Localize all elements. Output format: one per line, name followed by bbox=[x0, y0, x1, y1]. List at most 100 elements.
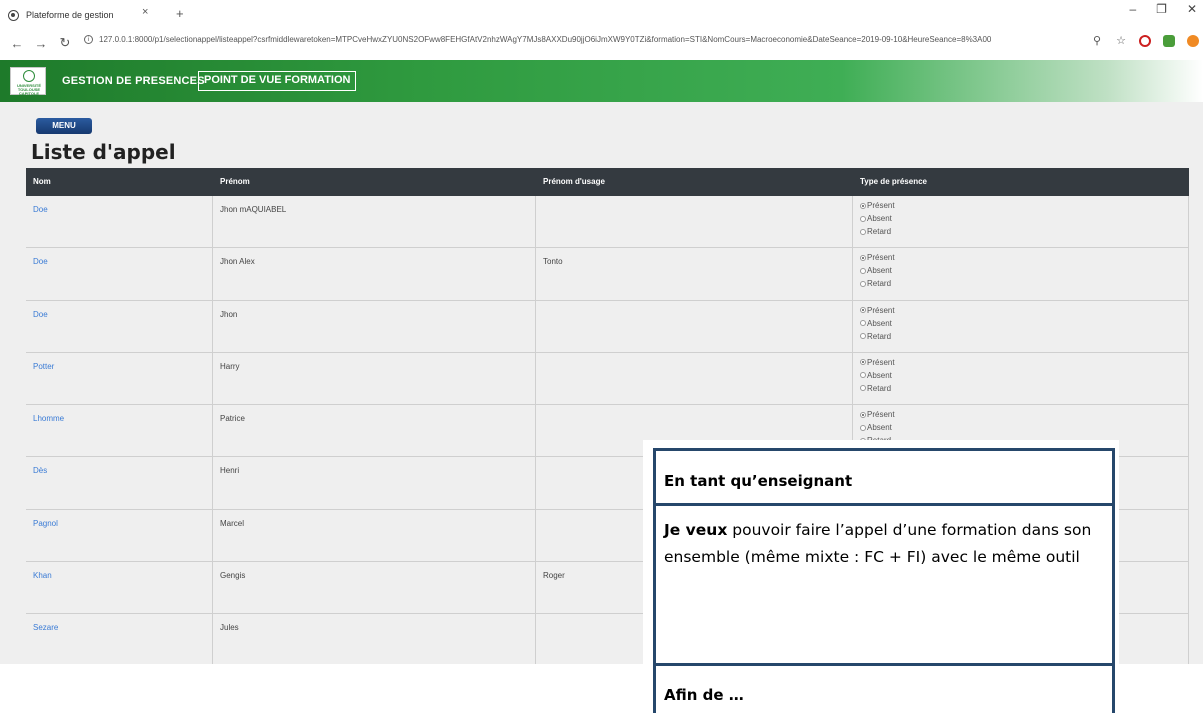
cell-prenom: Harry bbox=[213, 352, 536, 405]
presence-option-label: Absent bbox=[867, 423, 892, 433]
cell-prenom: Jhon bbox=[213, 300, 536, 352]
presence-option-label: Absent bbox=[867, 266, 892, 276]
cell-prenom-usage: Tonto bbox=[536, 248, 853, 300]
presence-option-label: Présent bbox=[867, 305, 895, 315]
radio-button[interactable] bbox=[860, 307, 866, 314]
presence-option[interactable]: Absent bbox=[860, 369, 1188, 382]
new-tab-icon[interactable]: + bbox=[176, 6, 184, 21]
forward-icon[interactable]: → bbox=[34, 36, 48, 51]
presence-option[interactable]: Retard bbox=[860, 277, 1188, 290]
user-story-want-section: Je veux pouvoir faire l’appel d’une form… bbox=[656, 506, 1112, 666]
cell-prenom: Marcel bbox=[213, 509, 536, 562]
cell-prenom: Jhon Alex bbox=[213, 248, 536, 300]
cell-nom-link[interactable]: Dès bbox=[26, 457, 213, 509]
presence-option-label: Retard bbox=[867, 279, 892, 289]
presence-option[interactable]: Absent bbox=[860, 212, 1188, 225]
radio-button[interactable] bbox=[860, 320, 866, 327]
presence-option[interactable]: Présent bbox=[860, 199, 1188, 212]
table-row: Doe Jhon Alex Tonto Présent Absent Retard bbox=[26, 248, 1189, 301]
app-title: GESTION DE PRESENCES bbox=[62, 75, 205, 87]
presence-option-label: Absent bbox=[867, 370, 892, 380]
reload-icon[interactable]: ↻ bbox=[58, 35, 72, 51]
extension-icon[interactable] bbox=[1163, 35, 1175, 47]
presence-option[interactable]: Présent bbox=[860, 408, 1188, 421]
presence-option[interactable]: Absent bbox=[860, 421, 1188, 434]
table-row: Doe Jhon Présent Absent Retard bbox=[26, 300, 1189, 353]
table-row: Doe Jhon mAQUIABEL Présent Absent Retard bbox=[26, 196, 1189, 249]
presence-option[interactable]: Présent bbox=[860, 356, 1188, 369]
star-icon[interactable]: ☆ bbox=[1115, 35, 1127, 47]
table-row: Potter Harry Présent Absent Retard bbox=[26, 352, 1189, 406]
presence-option-label: Présent bbox=[867, 201, 895, 210]
presence-option[interactable]: Absent bbox=[860, 317, 1188, 330]
logo-emblem-icon bbox=[23, 70, 35, 82]
window-controls: – ❐ ✕ bbox=[1129, 2, 1203, 16]
radio-button[interactable] bbox=[860, 280, 866, 287]
url-text: 127.0.0.1:8000/p1/selectionappel/listeap… bbox=[99, 35, 992, 44]
radio-button[interactable] bbox=[860, 333, 866, 340]
minimize-icon[interactable]: – bbox=[1129, 2, 1136, 16]
radio-button[interactable] bbox=[860, 254, 866, 261]
cell-nom-link[interactable]: Lhomme bbox=[26, 405, 213, 457]
close-window-icon[interactable]: ✕ bbox=[1187, 2, 1197, 16]
address-bar: ← → ↻ i 127.0.0.1:8000/p1/selectionappel/… bbox=[0, 26, 1203, 60]
user-story-goal: Afin de … bbox=[664, 686, 744, 704]
presence-option[interactable]: Retard bbox=[860, 382, 1188, 395]
browser-tab-bar: Plateforme de gestion × + – ❐ ✕ bbox=[0, 0, 1203, 26]
cell-nom-link[interactable]: Doe bbox=[26, 196, 213, 248]
extension-icons: ⚲ ☆ bbox=[1091, 35, 1199, 47]
zoom-icon[interactable]: ⚲ bbox=[1091, 35, 1103, 47]
cell-prenom: Henri bbox=[213, 457, 536, 509]
header-prenom-usage: Prénom d'usage bbox=[543, 177, 605, 186]
radio-button[interactable] bbox=[860, 228, 866, 235]
url-field[interactable]: i 127.0.0.1:8000/p1/selectionappel/listea… bbox=[84, 35, 1064, 45]
university-logo: UNIVERSITÉ TOULOUSE CAPITOLE bbox=[10, 67, 46, 96]
info-icon[interactable]: i bbox=[84, 35, 93, 45]
cell-nom-link[interactable]: Khan bbox=[26, 562, 213, 614]
radio-button[interactable] bbox=[860, 215, 866, 222]
cell-nom-link[interactable]: Doe bbox=[26, 248, 213, 300]
globe-icon bbox=[8, 9, 19, 21]
radio-button[interactable] bbox=[860, 267, 866, 274]
presence-option-label: Absent bbox=[867, 214, 892, 223]
close-tab-icon[interactable]: × bbox=[142, 6, 148, 18]
presence-option[interactable]: Retard bbox=[860, 225, 1188, 238]
radio-button[interactable] bbox=[860, 372, 866, 379]
app-subtitle: POINT DE VUE FORMATION bbox=[198, 71, 357, 91]
presence-option-label: Présent bbox=[867, 253, 895, 263]
opera-icon[interactable] bbox=[1139, 35, 1151, 47]
presence-option-label: Retard bbox=[867, 227, 892, 236]
cell-prenom: Gengis bbox=[213, 562, 536, 614]
cell-prenom: Jhon mAQUIABEL bbox=[213, 196, 536, 248]
cell-type-presence: Présent Absent Retard bbox=[853, 300, 1189, 352]
presence-option-label: Présent bbox=[867, 357, 895, 367]
table-header: Nom Prénom Prénom d'usage Type de présen… bbox=[26, 168, 1189, 196]
cell-nom-link[interactable]: Potter bbox=[26, 352, 213, 405]
cell-type-presence: Présent Absent Retard bbox=[853, 248, 1189, 300]
radio-button[interactable] bbox=[860, 385, 866, 392]
presence-option[interactable]: Retard bbox=[860, 330, 1188, 343]
presence-option-label: Présent bbox=[867, 410, 895, 420]
user-story-want-text: pouvoir faire l’appel d’une formation da… bbox=[664, 521, 1092, 566]
cell-nom-link[interactable]: Doe bbox=[26, 300, 213, 352]
cell-prenom-usage bbox=[536, 300, 853, 352]
presence-option[interactable]: Absent bbox=[860, 264, 1188, 277]
radio-button[interactable] bbox=[860, 411, 866, 418]
cell-nom-link[interactable]: Sezare bbox=[26, 614, 213, 666]
cell-prenom-usage bbox=[536, 196, 853, 248]
cell-nom-link[interactable]: Pagnol bbox=[26, 509, 213, 562]
radio-button[interactable] bbox=[860, 202, 866, 209]
profile-icon[interactable] bbox=[1187, 35, 1199, 47]
maximize-icon[interactable]: ❐ bbox=[1156, 2, 1167, 16]
app-header: UNIVERSITÉ TOULOUSE CAPITOLE GESTION DE … bbox=[0, 60, 1203, 102]
presence-option[interactable]: Présent bbox=[860, 304, 1188, 317]
radio-button[interactable] bbox=[860, 424, 866, 431]
logo-text: UNIVERSITÉ TOULOUSE CAPITOLE bbox=[16, 83, 41, 96]
radio-button[interactable] bbox=[860, 359, 866, 366]
menu-button[interactable]: MENU bbox=[36, 118, 92, 134]
user-story-role-section: En tant qu’enseignant bbox=[656, 451, 1112, 506]
cell-prenom: Jules bbox=[213, 614, 536, 666]
presence-option[interactable]: Présent bbox=[860, 251, 1188, 264]
back-icon[interactable]: ← bbox=[10, 36, 24, 51]
browser-tab[interactable]: Plateforme de gestion bbox=[8, 4, 158, 26]
